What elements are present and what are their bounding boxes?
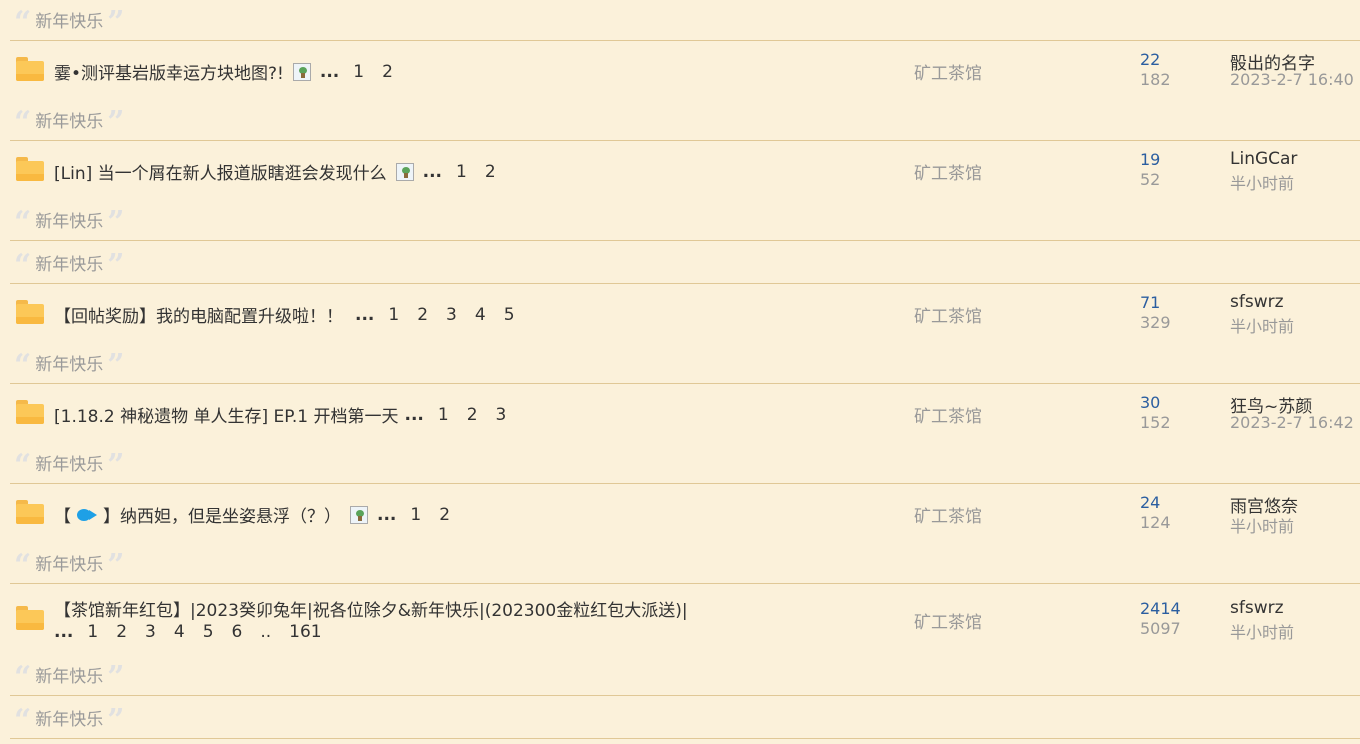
forum-link[interactable]: 矿工茶馆 — [914, 159, 982, 184]
thread-row: [1.18.2 神秘遗物 单人生存] EP.1 开档第一天 ... 1 2 3 — [54, 402, 515, 428]
page-link[interactable]: 4 — [174, 622, 185, 642]
last-poster-link[interactable]: LinGCar — [1230, 149, 1297, 169]
page-link[interactable]: 1 — [353, 62, 364, 82]
divider — [10, 40, 1360, 41]
thread-row: 【回帖奖励】我的电脑配置升级啦！！ ... 1 2 3 4 5 — [54, 302, 524, 328]
thread-row: 霎•测评基岩版幸运方块地图?! ... 1 2 — [54, 59, 402, 85]
last-post-time[interactable]: 半小时前 — [1230, 170, 1294, 194]
folder-icon — [16, 57, 44, 81]
signature-quote: “新年快乐” — [14, 660, 125, 695]
signature-quote: “新年快乐” — [14, 105, 125, 140]
reply-count[interactable]: 2414 — [1140, 599, 1181, 618]
image-attachment-icon — [350, 505, 368, 524]
reply-count[interactable]: 22 — [1140, 50, 1160, 69]
page-link[interactable]: 3 — [446, 305, 457, 325]
signature-quote: “新年快乐” — [14, 548, 125, 583]
divider — [10, 483, 1360, 484]
reply-count[interactable]: 19 — [1140, 150, 1160, 169]
thread-title-link[interactable]: [Lin] 当一个屑在新人报道版瞎逛会发现什么 — [54, 159, 387, 184]
page-link[interactable]: 2 — [417, 305, 428, 325]
page-link[interactable]: 2 — [467, 405, 478, 425]
page-link[interactable]: 161 — [289, 622, 321, 642]
divider — [10, 240, 1360, 241]
folder-icon — [16, 400, 44, 424]
divider — [10, 283, 1360, 284]
thread-row: 【】纳西妲，但是坐姿悬浮（？） ... 1 2 — [54, 502, 459, 528]
divider — [10, 695, 1360, 696]
page-link[interactable]: 2 — [485, 162, 496, 182]
page-link[interactable]: 4 — [475, 305, 486, 325]
signature-quote: “新年快乐” — [14, 703, 125, 738]
last-post-time[interactable]: 2023-2-7 16:40 — [1230, 70, 1354, 89]
signature-quote: “新年快乐” — [14, 348, 125, 383]
divider — [10, 738, 1360, 739]
folder-icon — [16, 500, 44, 524]
page-link[interactable]: 1 — [388, 305, 399, 325]
page-link[interactable]: 1 — [410, 505, 421, 525]
view-count: 52 — [1140, 170, 1161, 189]
page-link[interactable]: 1 — [438, 405, 449, 425]
page-link[interactable]: 1 — [456, 162, 467, 182]
reply-count[interactable]: 30 — [1140, 393, 1160, 412]
fish-emoji-icon — [77, 508, 97, 522]
view-count: 152 — [1140, 413, 1171, 432]
thread-row: [Lin] 当一个屑在新人报道版瞎逛会发现什么 ... 1 2 — [54, 159, 505, 185]
folder-icon — [16, 606, 44, 630]
divider — [10, 583, 1360, 584]
last-post-time[interactable]: 半小时前 — [1230, 313, 1294, 337]
last-poster-link[interactable]: sfswrz — [1230, 292, 1284, 312]
thread-pagination: ... 1 2 3 4 5 6 .. 161 — [54, 622, 322, 642]
close-quote-icon: ” — [107, 5, 125, 40]
page-link[interactable]: 5 — [203, 622, 214, 642]
signature-quote: “新年快乐” — [14, 248, 125, 283]
last-post-time[interactable]: 半小时前 — [1230, 619, 1294, 643]
view-count: 182 — [1140, 70, 1171, 89]
view-count: 329 — [1140, 313, 1171, 332]
signature-quote: “新年快乐” — [14, 205, 125, 240]
thread-title-link[interactable]: [1.18.2 神秘遗物 单人生存] EP.1 开档第一天 — [54, 402, 399, 427]
signature-quote: “新年快乐” — [14, 5, 125, 40]
forum-link[interactable]: 矿工茶馆 — [914, 302, 982, 327]
forum-link[interactable]: 矿工茶馆 — [914, 59, 982, 84]
open-quote-icon: “ — [14, 5, 32, 40]
page-link[interactable]: 2 — [116, 622, 127, 642]
image-attachment-icon — [292, 62, 311, 81]
page-link[interactable]: 3 — [145, 622, 156, 642]
last-poster-link[interactable]: sfswrz — [1230, 598, 1284, 618]
thread-title-link[interactable]: 【】纳西妲，但是坐姿悬浮（？） — [54, 502, 341, 527]
page-link[interactable]: 6 — [232, 622, 243, 642]
folder-icon — [16, 157, 44, 181]
page-link[interactable]: 5 — [504, 305, 515, 325]
thread-title-link[interactable]: 【茶馆新年红包】|2023癸卯兔年|祝各位除夕&新年快乐|(202300金粒红包… — [54, 596, 688, 621]
view-count: 5097 — [1140, 619, 1181, 638]
reply-count[interactable]: 24 — [1140, 493, 1160, 512]
signature-quote: “新年快乐” — [14, 448, 125, 483]
page-link[interactable]: 2 — [382, 62, 393, 82]
forum-link[interactable]: 矿工茶馆 — [914, 608, 982, 633]
forum-link[interactable]: 矿工茶馆 — [914, 402, 982, 427]
divider — [10, 140, 1360, 141]
folder-icon — [16, 300, 44, 324]
forum-link[interactable]: 矿工茶馆 — [914, 502, 982, 527]
page-link[interactable]: 2 — [439, 505, 450, 525]
divider — [10, 383, 1360, 384]
last-post-time[interactable]: 半小时前 — [1230, 513, 1294, 537]
view-count: 124 — [1140, 513, 1171, 532]
image-attachment-icon — [395, 162, 414, 181]
thread-title-link[interactable]: 【回帖奖励】我的电脑配置升级啦！！ — [54, 302, 343, 327]
reply-count[interactable]: 71 — [1140, 293, 1160, 312]
thread-title-link[interactable]: 霎•测评基岩版幸运方块地图?! — [54, 59, 284, 84]
last-post-time[interactable]: 2023-2-7 16:42 — [1230, 413, 1354, 432]
page-link[interactable]: 3 — [496, 405, 507, 425]
page-link[interactable]: 1 — [87, 622, 98, 642]
